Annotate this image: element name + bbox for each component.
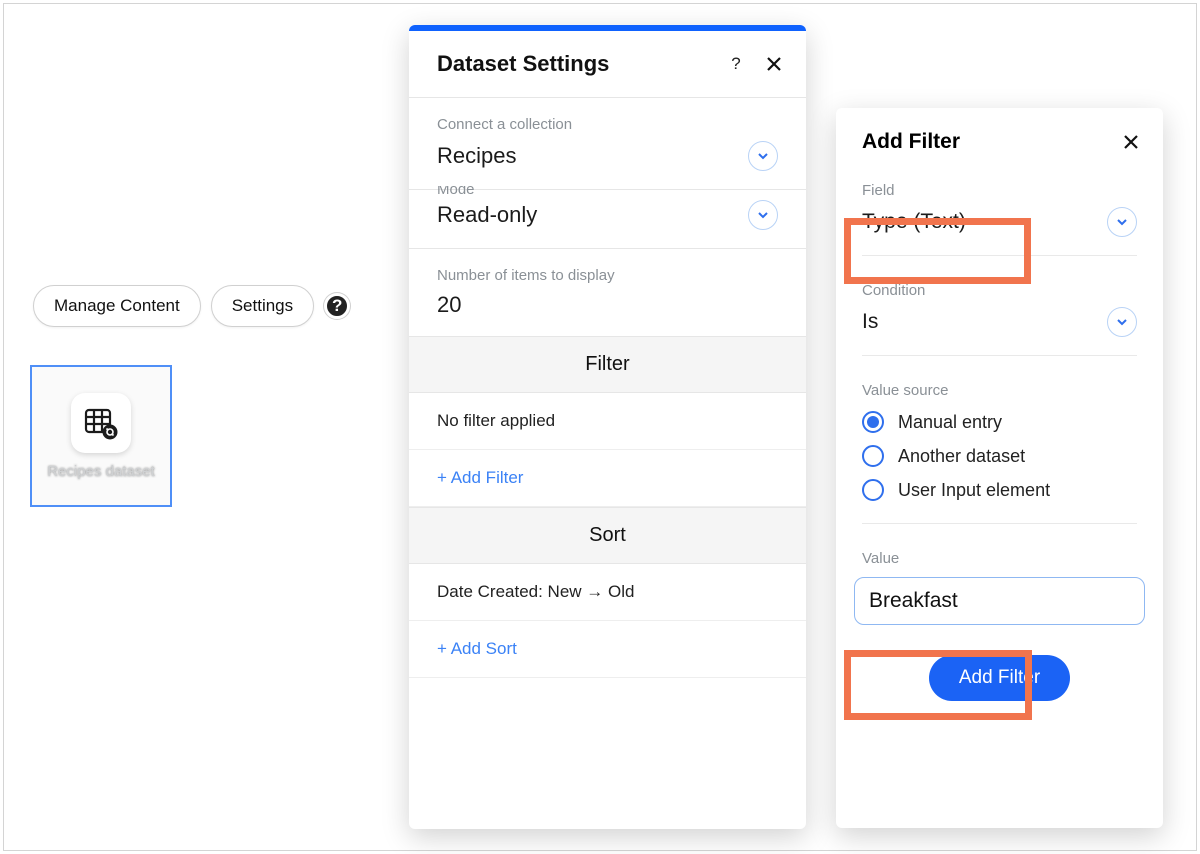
radio-label: Another dataset	[898, 446, 1025, 467]
field-dropdown[interactable]: Type (Text)	[836, 205, 1163, 251]
items-value: 20	[437, 292, 778, 318]
source-radio-manual[interactable]: Manual entry	[836, 405, 1163, 439]
chevron-down-icon[interactable]	[748, 200, 778, 230]
condition-dropdown[interactable]: Is	[836, 305, 1163, 351]
help-icon[interactable]: ?	[324, 293, 350, 319]
add-filter-submit-button[interactable]: Add Filter	[929, 655, 1070, 701]
dataset-tile[interactable]: Recipes dataset	[30, 365, 172, 507]
value-input[interactable]	[854, 577, 1145, 625]
collection-value: Recipes	[437, 143, 748, 169]
value-source-label: Value source	[836, 376, 1163, 405]
radio-icon	[862, 411, 884, 433]
dataset-settings-panel: Dataset Settings ? Connect a collection …	[409, 25, 806, 829]
field-label: Field	[836, 176, 1163, 205]
mode-value: Read-only	[437, 202, 748, 228]
dataset-icon	[71, 393, 131, 453]
add-filter-link[interactable]: + Add Filter	[409, 450, 806, 507]
field-value: Type (Text)	[862, 210, 1107, 234]
settings-title: Dataset Settings	[437, 51, 708, 77]
settings-header: Dataset Settings ?	[409, 31, 806, 98]
items-value-row[interactable]: 20	[409, 292, 806, 336]
value-label: Value	[836, 544, 1163, 573]
dataset-action-row: Manage Content Settings ?	[33, 285, 350, 327]
mode-label: Mode	[409, 186, 806, 200]
radio-icon	[862, 479, 884, 501]
manage-content-button[interactable]: Manage Content	[33, 285, 201, 327]
collection-label: Connect a collection	[409, 98, 806, 141]
chevron-down-icon[interactable]	[748, 141, 778, 171]
radio-label: User Input element	[898, 480, 1050, 501]
close-icon[interactable]	[764, 54, 784, 74]
add-filter-title: Add Filter	[862, 130, 1103, 154]
mode-dropdown[interactable]: Read-only	[409, 200, 806, 248]
add-sort-link[interactable]: + Add Sort	[409, 621, 806, 678]
condition-label: Condition	[836, 276, 1163, 305]
filter-group-header: Filter	[409, 336, 806, 393]
chevron-down-icon[interactable]	[1107, 207, 1137, 237]
add-filter-panel: Add Filter Field Type (Text) Condition I…	[836, 108, 1163, 828]
close-icon[interactable]	[1121, 132, 1141, 152]
sort-status: Date Created: New → Old	[409, 564, 806, 621]
radio-icon	[862, 445, 884, 467]
svg-text:?: ?	[731, 55, 740, 73]
filter-status: No filter applied	[409, 393, 806, 450]
chevron-down-icon[interactable]	[1107, 307, 1137, 337]
sort-group-header: Sort	[409, 507, 806, 564]
settings-button[interactable]: Settings	[211, 285, 314, 327]
condition-value: Is	[862, 310, 1107, 334]
collection-dropdown[interactable]: Recipes	[409, 141, 806, 189]
add-filter-header: Add Filter	[836, 108, 1163, 176]
source-radio-dataset[interactable]: Another dataset	[836, 439, 1163, 473]
dataset-tile-label: Recipes dataset	[47, 463, 155, 480]
items-label: Number of items to display	[409, 249, 806, 292]
help-icon[interactable]: ?	[726, 54, 746, 74]
radio-label: Manual entry	[898, 412, 1002, 433]
source-radio-userinput[interactable]: User Input element	[836, 473, 1163, 507]
